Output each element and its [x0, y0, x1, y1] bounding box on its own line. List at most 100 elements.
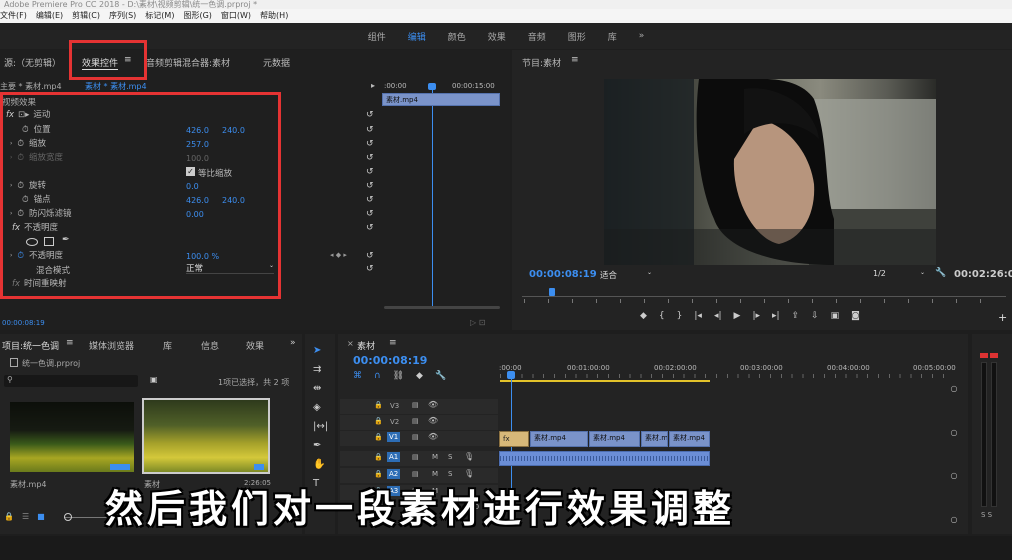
tab-info[interactable]: 信息 — [201, 339, 219, 352]
sync-lock-icon[interactable]: ▤ — [412, 401, 419, 409]
play-only-icon[interactable]: ▸ — [371, 81, 375, 90]
selection-tool-icon[interactable]: ➤ — [313, 345, 328, 357]
sync-lock-icon[interactable]: ▤ — [412, 453, 419, 461]
workspace-more-button[interactable]: » — [639, 31, 645, 41]
sync-lock-icon[interactable]: ▤ — [412, 417, 419, 425]
lift-icon[interactable]: ⇪ — [792, 311, 800, 321]
nest-icon[interactable]: ⌘ — [353, 371, 362, 381]
pen-tool-icon[interactable]: ✒ — [313, 440, 328, 452]
video-clip[interactable]: 素材.mp4 — [530, 431, 588, 447]
reset-motion-icon[interactable]: ↺ — [366, 110, 376, 120]
tab-timeline[interactable]: 素材 — [357, 339, 375, 352]
program-video-frame[interactable] — [604, 79, 936, 265]
menu-help[interactable]: 帮助(H) — [260, 9, 288, 23]
timeline-settings-icon[interactable]: 🔧 — [435, 371, 446, 381]
video-clip[interactable]: 素材.mp4 — [669, 431, 710, 447]
add-button[interactable]: + — [998, 311, 1007, 324]
mute-icon[interactable]: M — [432, 470, 438, 478]
resolution-select[interactable]: 1/2 ⌄ — [873, 269, 927, 281]
extract-icon[interactable]: ⇩ — [811, 311, 819, 321]
tab-metadata[interactable]: 元数据 — [263, 56, 290, 69]
panel-more-icon[interactable]: » — [290, 338, 296, 348]
tab-media-browser[interactable]: 媒体浏览器 — [89, 339, 134, 352]
go-to-in-icon[interactable]: |◂ — [694, 311, 702, 321]
reset-rotation-icon[interactable]: ↺ — [366, 181, 376, 191]
video-clip-selected[interactable]: fx — [499, 431, 529, 447]
ec-clip-bar[interactable]: 素材.mp4 — [382, 93, 500, 106]
add-marker-icon[interactable]: ◆ — [416, 371, 423, 381]
eye-icon[interactable]: 👁 — [428, 416, 438, 425]
slip-tool-icon[interactable]: |↔| — [313, 421, 328, 433]
camera-icon[interactable]: ◙ — [851, 311, 860, 321]
razor-tool-icon[interactable]: ◈ — [313, 402, 328, 414]
go-to-out-icon[interactable]: ▸| — [772, 311, 780, 321]
reset-scale-icon[interactable]: ↺ — [366, 139, 376, 149]
icon-view-icon[interactable]: ■ — [37, 512, 45, 521]
ec-playhead-handle[interactable] — [428, 83, 436, 90]
track-v2[interactable]: 🔒 V2 ▤ 👁 — [340, 415, 498, 430]
snap-icon[interactable]: ∩ — [374, 371, 381, 381]
project-item-thumb-2[interactable] — [142, 398, 270, 474]
eye-icon[interactable]: 👁 — [428, 400, 438, 409]
step-back-icon[interactable]: ◂| — [714, 311, 722, 321]
tab-source[interactable]: 源:（无剪辑） — [4, 56, 61, 69]
tab-effects[interactable]: 效果 — [246, 339, 264, 352]
breadcrumb-clip[interactable]: 素材 * 素材.mp4 — [85, 81, 147, 92]
track-v1[interactable]: 🔒 V1 ▤ 👁 — [340, 431, 498, 446]
timeline-playhead-handle[interactable] — [507, 371, 515, 379]
menu-icon[interactable]: ≡ — [389, 338, 397, 348]
program-scrubber[interactable] — [522, 296, 1006, 297]
workspace-graphics[interactable]: 图形 — [568, 30, 586, 43]
reset-opacity-group-icon[interactable]: ↺ — [366, 223, 376, 233]
lock-icon[interactable]: 🔒 — [374, 417, 383, 425]
menu-edit[interactable]: 编辑(E) — [36, 9, 63, 23]
play-icon[interactable]: ▶ — [734, 311, 741, 321]
program-playhead[interactable] — [549, 288, 555, 296]
mute-icon[interactable]: M — [432, 453, 438, 461]
sync-lock-icon[interactable]: ▤ — [412, 433, 419, 441]
close-icon[interactable]: × — [347, 339, 354, 348]
ripple-edit-tool-icon[interactable]: ⇹ — [313, 383, 328, 395]
workspace-effects[interactable]: 效果 — [488, 30, 506, 43]
menu-window[interactable]: 窗口(W) — [221, 9, 251, 23]
keyframe-nav-icon[interactable]: ◂ ◆ ▸ — [330, 251, 347, 259]
video-clip[interactable]: 素材.mp4 — [589, 431, 640, 447]
tab-libraries[interactable]: 库 — [163, 339, 172, 352]
workspace-libraries[interactable]: 库 — [608, 30, 617, 43]
reset-anchor-icon[interactable]: ↺ — [366, 195, 376, 205]
workspace-audio[interactable]: 音频 — [528, 30, 546, 43]
solo-icon[interactable]: S — [448, 453, 452, 461]
ec-playhead[interactable] — [432, 84, 433, 306]
workspace-assembly[interactable]: 组件 — [368, 30, 386, 43]
timeline-scroll-handles[interactable]: ○ ○ ○ ○ — [950, 384, 958, 524]
menu-clip[interactable]: 剪辑(C) — [72, 9, 100, 23]
reset-flicker-icon[interactable]: ↺ — [366, 209, 376, 219]
workspace-color[interactable]: 颜色 — [448, 30, 466, 43]
lock-icon[interactable]: 🔒 — [374, 453, 383, 461]
menu-markers[interactable]: 标记(M) — [145, 9, 174, 23]
menu-graphics[interactable]: 图形(G) — [183, 9, 211, 23]
list-view-icon[interactable]: ☰ — [22, 512, 29, 521]
lock-icon[interactable]: 🔒 — [374, 433, 383, 441]
workspace-editing[interactable]: 编辑 — [408, 30, 426, 43]
reset-blend-icon[interactable]: ↺ — [366, 264, 376, 274]
search-input[interactable]: ⚲ — [4, 375, 138, 387]
timeline-timecode[interactable]: 00:00:08:19 — [353, 354, 427, 367]
reset-scale-width-icon[interactable]: ↺ — [366, 153, 376, 163]
lock-icon[interactable]: 🔒 — [374, 470, 383, 478]
mic-icon[interactable]: 🎙 — [464, 452, 474, 461]
marker-icon[interactable]: ◆ — [640, 311, 647, 321]
work-area-bar[interactable] — [500, 380, 710, 382]
video-clip[interactable]: 素材.mp4 — [641, 431, 668, 447]
reset-position-icon[interactable]: ↺ — [366, 125, 376, 135]
sync-lock-icon[interactable]: ▤ — [412, 470, 419, 478]
project-item-thumb-1[interactable] — [10, 402, 134, 472]
meter-solo-buttons[interactable]: S S — [981, 511, 992, 519]
mic-icon[interactable]: 🎙 — [464, 469, 474, 478]
fit-select[interactable]: 适合 ⌄ — [600, 269, 652, 281]
ec-footer-icons[interactable]: ▷ ⊡ — [470, 318, 485, 327]
track-a1[interactable]: 🔒 A1 ▤ M S 🎙 — [340, 451, 498, 466]
hand-tool-icon[interactable]: ✋ — [313, 459, 328, 471]
reset-opacity-icon[interactable]: ↺ — [366, 251, 376, 261]
tab-project[interactable]: 项目:统一色调 — [2, 339, 59, 352]
